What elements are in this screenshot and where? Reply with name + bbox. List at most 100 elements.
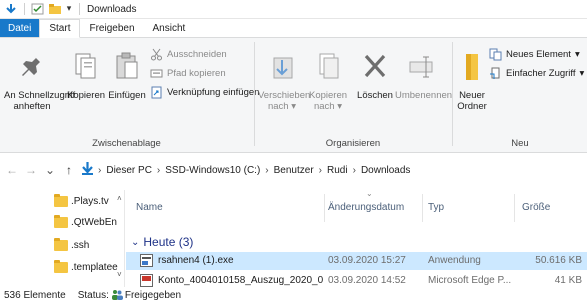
move-to-button[interactable]: Verschieben nach ▾ xyxy=(258,48,311,112)
delete-x-icon xyxy=(359,48,391,86)
shared-users-icon xyxy=(111,289,123,303)
group-label-clipboard: Zwischenablage xyxy=(92,138,161,149)
table-row[interactable]: rsahnen4 (1).exe 03.09.2020 15:27 Anwend… xyxy=(126,252,587,270)
breadcrumb-chevron-icon[interactable]: › xyxy=(353,165,356,176)
column-divider[interactable] xyxy=(514,194,515,222)
copy-to-button[interactable]: Kopieren nach ▾ xyxy=(307,48,349,112)
pin-quick-access-button[interactable]: An Schnellzugriff anheften xyxy=(4,48,76,112)
breadcrumb-rudi[interactable]: Rudi xyxy=(327,165,348,176)
folder-icon xyxy=(54,238,68,251)
file-type: Anwendung xyxy=(428,255,481,266)
toolbar-divider xyxy=(24,3,25,15)
copy-to-icon xyxy=(312,48,344,86)
column-divider[interactable] xyxy=(324,194,325,222)
delete-label: Löschen xyxy=(357,90,393,101)
up-arrow-icon[interactable]: ↑ xyxy=(62,163,76,177)
paste-button[interactable]: Einfügen xyxy=(107,48,147,101)
breadcrumb-chevron-icon[interactable]: › xyxy=(98,165,101,176)
folder-icon xyxy=(54,194,68,207)
breadcrumb-chevron-icon[interactable]: › xyxy=(157,165,160,176)
explorer-window-icon[interactable] xyxy=(4,3,18,15)
move-to-label-line2: nach ▾ xyxy=(267,101,297,112)
column-header-date[interactable]: Änderungsdatum xyxy=(328,202,404,213)
paste-icon xyxy=(111,48,143,86)
navigation-pane: .Plays.tv .QtWebEn .ssh .templatee ˄ ˅ xyxy=(0,190,125,287)
new-folder-label-line2: Ordner xyxy=(457,101,487,112)
nav-item-label: .QtWebEn xyxy=(71,217,117,228)
folder-icon xyxy=(54,260,68,273)
cut-label: Ausschneiden xyxy=(167,49,227,60)
chevron-down-icon: ▾ xyxy=(574,49,580,60)
rename-button[interactable]: Umbenennen xyxy=(395,48,452,101)
breadcrumb-chevron-icon[interactable]: › xyxy=(265,165,268,176)
breadcrumb-chevron-icon[interactable]: › xyxy=(319,165,322,176)
tab-ansicht[interactable]: Ansicht xyxy=(144,19,195,37)
item-count: 536 Elemente xyxy=(4,290,66,301)
tab-freigeben[interactable]: Freigeben xyxy=(80,19,143,37)
table-row[interactable]: Konto_4004010158_Auszug_2020_009 (1) 03.… xyxy=(126,272,587,287)
status-bar: 536 Elemente Status: Freigegeben xyxy=(0,288,587,303)
nav-item-templateengine[interactable]: .templatee xyxy=(54,260,118,273)
forward-arrow-icon[interactable]: → xyxy=(24,163,38,177)
column-header-type[interactable]: Typ xyxy=(428,202,444,213)
copy-path-label: Pfad kopieren xyxy=(167,68,226,79)
copy-label: Kopieren xyxy=(66,90,106,101)
properties-icon[interactable] xyxy=(31,3,45,15)
group-clipboard: An Schnellzugriff anheften Kopieren Einf… xyxy=(0,38,259,153)
easy-access-button[interactable]: Einfacher Zugriff ▾ xyxy=(489,67,584,80)
nav-item-label: .Plays.tv xyxy=(71,196,109,207)
breadcrumb[interactable]: › Dieser PC › SSD-Windows10 (C:) › Benut… xyxy=(82,162,410,178)
move-to-label-line1: Verschieben xyxy=(258,90,311,101)
nav-item-plays-tv[interactable]: .Plays.tv xyxy=(54,194,109,207)
scroll-down-arrow-icon[interactable]: ˅ xyxy=(117,270,122,279)
breadcrumb-this-pc[interactable]: Dieser PC xyxy=(106,165,152,176)
recent-locations-chevron-icon[interactable]: ⌄ xyxy=(43,163,57,177)
status-value: Freigegeben xyxy=(124,290,182,301)
column-divider[interactable] xyxy=(422,194,423,222)
copy-path-button[interactable]: Pfad kopieren xyxy=(150,67,226,80)
column-header-name[interactable]: Name xyxy=(136,202,163,213)
back-arrow-icon[interactable]: ← xyxy=(5,163,19,177)
copy-to-label-line2: nach ▾ xyxy=(313,101,343,112)
new-folder-large-icon xyxy=(456,48,488,86)
group-new: Neuer Ordner Neues Element ▾ Einfacher Z… xyxy=(453,38,587,153)
tab-datei[interactable]: Datei xyxy=(0,19,40,37)
window-title: Downloads xyxy=(87,3,137,15)
breadcrumb-users[interactable]: Benutzer xyxy=(274,165,314,176)
chevron-down-icon: ▾ xyxy=(579,68,585,79)
scroll-up-arrow-icon[interactable]: ˄ xyxy=(117,194,122,203)
nav-item-ssh[interactable]: .ssh xyxy=(54,238,89,251)
status-label: Status: xyxy=(77,290,109,301)
paste-shortcut-label: Verknüpfung einfügen xyxy=(167,87,260,98)
new-item-button[interactable]: Neues Element ▾ xyxy=(489,48,580,61)
file-size: 41 KB xyxy=(554,275,582,286)
paste-label: Einfügen xyxy=(108,90,146,101)
file-name: rsahnen4 (1).exe xyxy=(158,255,234,266)
collapse-chevron-icon[interactable]: ⌄ xyxy=(131,237,139,248)
move-to-icon xyxy=(266,48,298,86)
copy-button[interactable]: Kopieren xyxy=(66,48,106,101)
copy-path-icon xyxy=(150,67,163,80)
file-name: Konto_4004010158_Auszug_2020_009 (1) xyxy=(158,275,323,286)
new-folder-icon[interactable] xyxy=(48,3,62,15)
breadcrumb-drive[interactable]: SSD-Windows10 (C:) xyxy=(165,165,260,176)
nav-item-qtwebengine[interactable]: .QtWebEn xyxy=(54,215,117,228)
nav-pane-scrollbar[interactable]: ˄ ˅ xyxy=(116,190,125,287)
pdf-file-icon xyxy=(140,274,153,287)
sort-chevron-icon: ⌄ xyxy=(366,190,373,198)
pin-label-line1: An Schnellzugriff xyxy=(4,90,76,101)
easy-access-icon xyxy=(489,67,502,80)
new-folder-button[interactable]: Neuer Ordner xyxy=(455,48,489,112)
breadcrumb-downloads[interactable]: Downloads xyxy=(361,165,410,176)
cut-button[interactable]: Ausschneiden xyxy=(150,48,227,61)
customize-dropdown-icon[interactable]: ▾ xyxy=(65,3,73,15)
scissors-icon xyxy=(150,48,163,61)
group-header-today[interactable]: ⌄ Heute (3) xyxy=(131,235,193,249)
delete-button[interactable]: Löschen xyxy=(355,48,395,101)
rename-icon xyxy=(406,48,438,86)
title-bar: ▾ Downloads xyxy=(0,0,587,19)
tab-start[interactable]: Start xyxy=(39,19,81,38)
new-item-label: Neues Element xyxy=(506,49,571,60)
paste-shortcut-button[interactable]: Verknüpfung einfügen xyxy=(150,86,259,99)
column-header-size[interactable]: Größe xyxy=(522,202,550,213)
